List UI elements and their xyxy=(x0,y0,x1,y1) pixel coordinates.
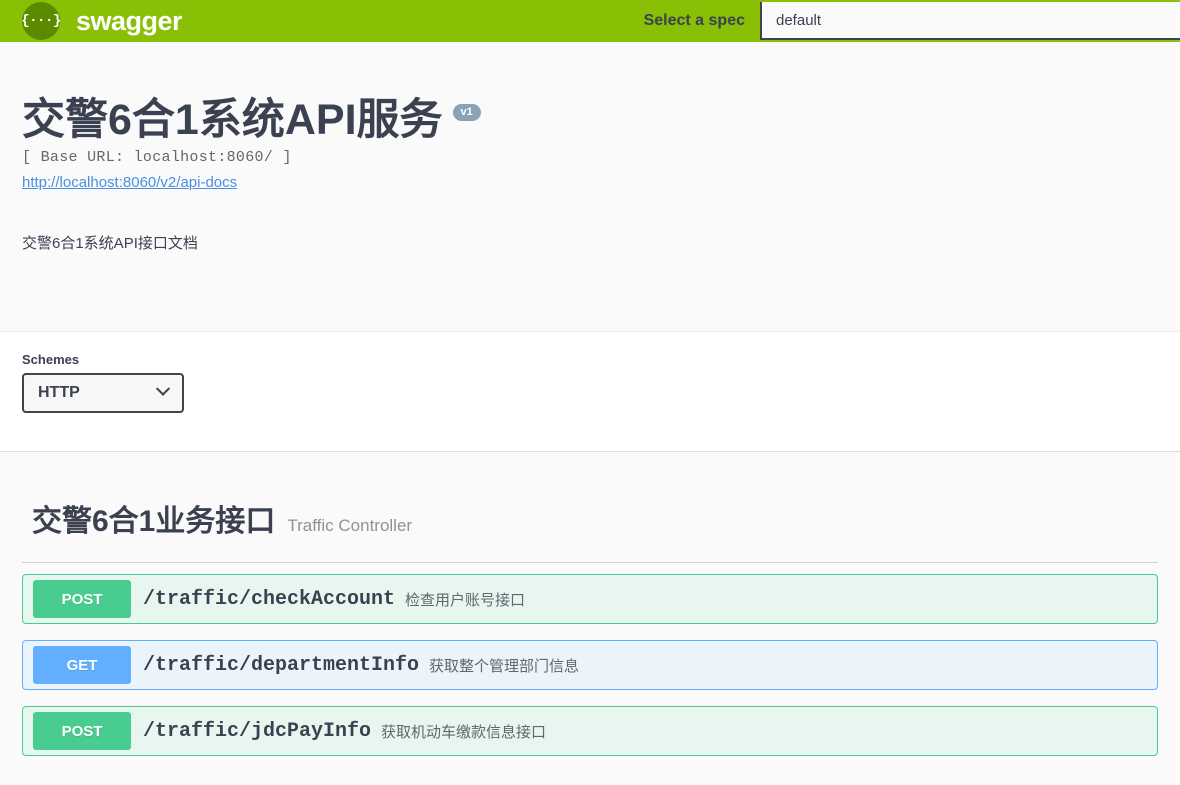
spec-selector-group: Select a spec default xyxy=(644,0,1180,42)
select-spec-label: Select a spec xyxy=(643,12,745,29)
operation-summary: 检查用户账号接口 xyxy=(405,591,526,609)
operation-path: /traffic/checkAccount xyxy=(143,587,396,611)
version-badge: v1 xyxy=(452,104,481,121)
scheme-select-value: HTTP xyxy=(38,384,80,401)
operation-path: /traffic/departmentInfo xyxy=(143,653,420,677)
operation-list: POST/traffic/checkAccount 检查用户账号接口 GET/tra… xyxy=(0,563,1180,756)
api-info-section: 交警6合1系统API服务 v1 [ Base URL: localhost:80… xyxy=(0,42,1180,331)
swagger-braces-icon: {···} xyxy=(21,2,61,40)
base-url: [ Base URL: localhost:8060/ ] xyxy=(22,149,292,167)
schemes-label: Schemes xyxy=(22,352,80,367)
tag-header[interactable]: 交警6合1业务接口 Traffic Controller xyxy=(0,496,1180,540)
operation-method-badge: GET xyxy=(33,646,131,684)
operation-summary: 获取机动车缴款信息接口 xyxy=(381,723,547,741)
swagger-logo-link[interactable]: {···} swagger xyxy=(0,2,183,40)
operation-row[interactable]: POST/traffic/checkAccount 检查用户账号接口 xyxy=(22,574,1158,624)
operation-method-badge: POST xyxy=(33,712,131,750)
top-bar: {···} swagger Select a spec default xyxy=(0,0,1180,42)
chevron-down-icon xyxy=(155,381,171,396)
operation-method-badge: POST xyxy=(33,580,131,618)
operation-row[interactable]: GET/traffic/departmentInfo 获取整个管理部门信息 xyxy=(22,640,1158,690)
api-docs-link[interactable]: http://localhost:8060/v2/api-docs xyxy=(22,174,237,191)
operation-row[interactable]: POST/traffic/jdcPayInfo 获取机动车缴款信息接口 xyxy=(22,706,1158,756)
scheme-select[interactable]: HTTP xyxy=(22,373,184,413)
schemes-section: Schemes HTTP xyxy=(0,331,1180,451)
api-title-text: 交警6合1系统API服务 xyxy=(22,96,443,144)
swagger-wordmark: swagger xyxy=(76,5,183,36)
operation-summary: 获取整个管理部门信息 xyxy=(429,657,580,675)
tag-name: 交警6合1业务接口 xyxy=(32,505,276,538)
tag-description: Traffic Controller xyxy=(287,516,413,535)
spec-select[interactable]: default xyxy=(760,2,1180,40)
api-description: 交警6合1系统API接口文档 xyxy=(22,235,198,253)
page-title: 交警6合1系统API服务 v1 xyxy=(22,96,1158,144)
spec-select-value: default xyxy=(776,11,822,29)
operation-path: /traffic/jdcPayInfo xyxy=(143,719,372,743)
tag-section: 交警6合1业务接口 Traffic Controller POST/traffi… xyxy=(0,451,1180,756)
